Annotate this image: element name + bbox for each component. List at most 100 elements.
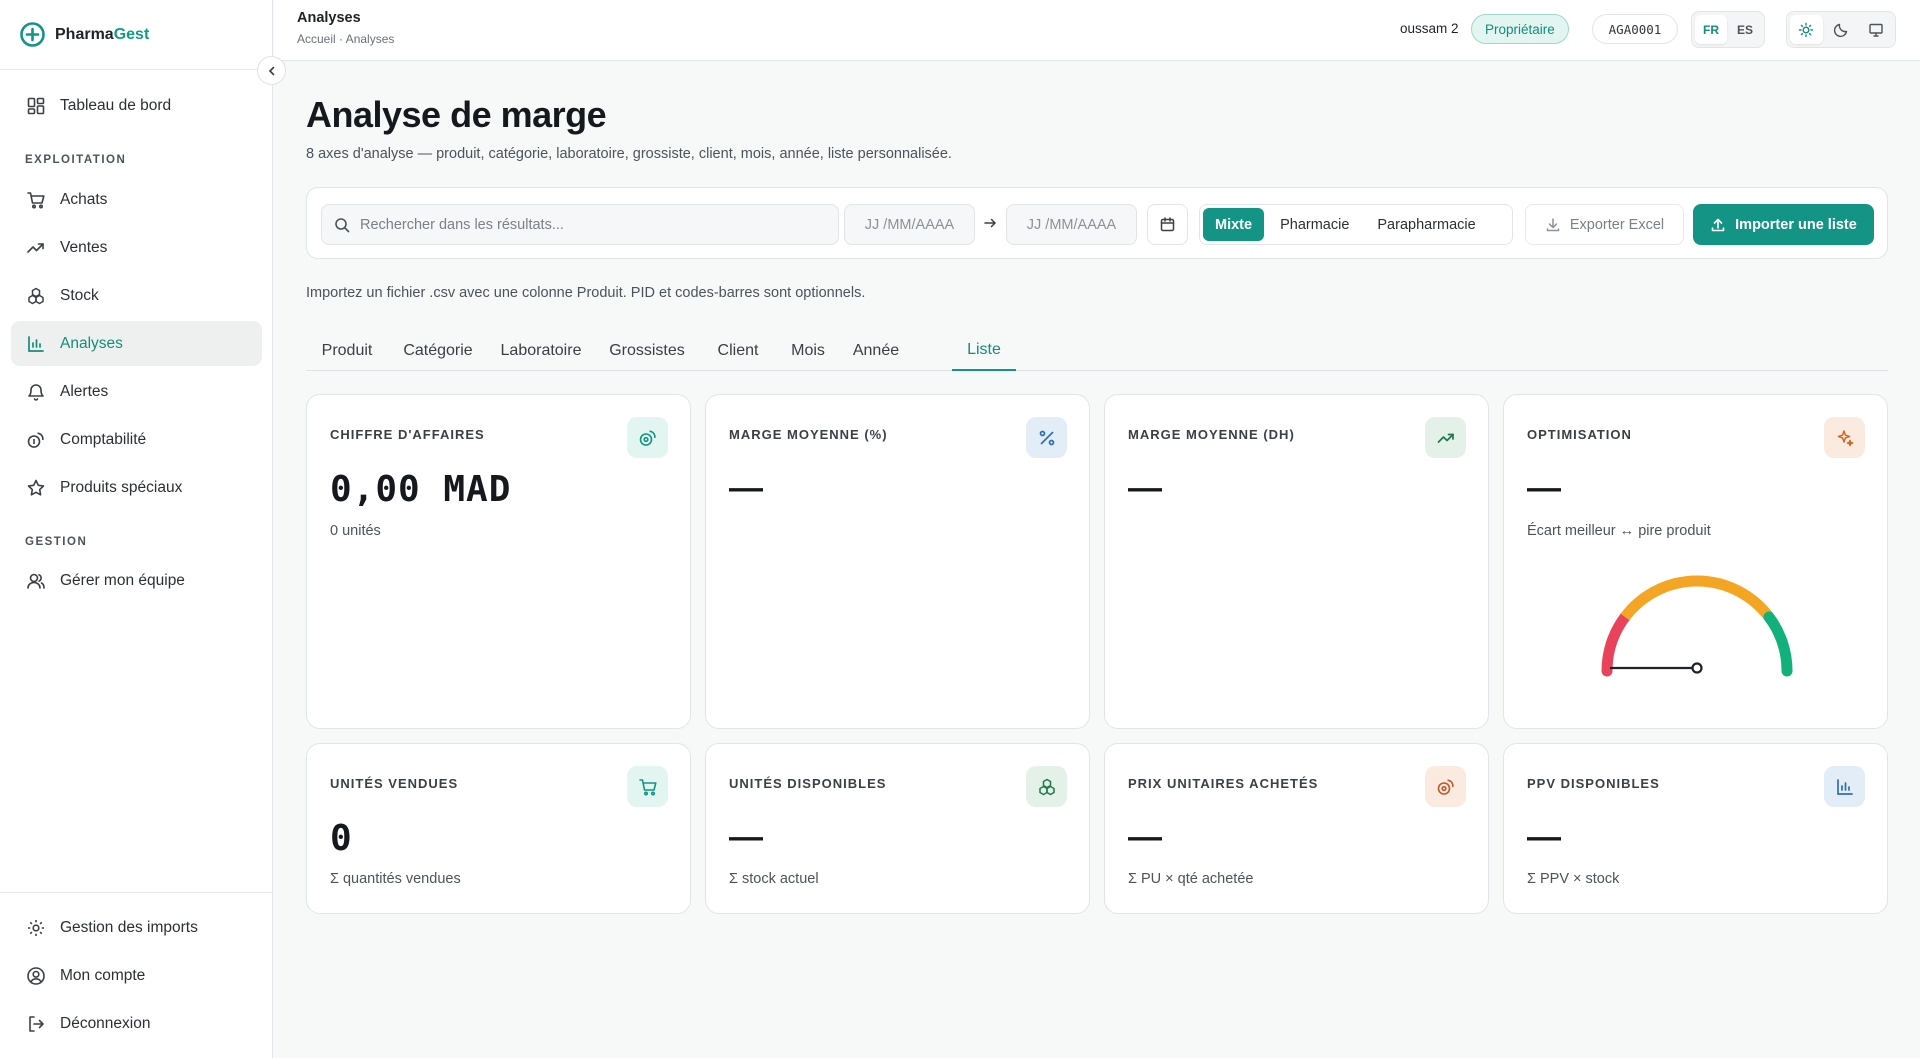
language-es-button[interactable]: ES	[1729, 15, 1761, 44]
breadcrumb[interactable]: Accueil · Analyses	[297, 32, 394, 46]
kpi-label: CHIFFRE D'AFFAIRES	[330, 427, 485, 442]
segment-mixte[interactable]: Mixte	[1203, 208, 1265, 241]
language-switcher: FR ES	[1691, 11, 1765, 48]
coins-icon	[26, 430, 46, 450]
import-list-label: Importer une liste	[1735, 216, 1857, 233]
brand-logo[interactable]: PharmaGest	[0, 0, 272, 70]
sidebar-item-label: Déconnexion	[60, 1014, 151, 1032]
monitor-icon	[1868, 22, 1884, 38]
sidebar-item-mon-compte[interactable]: Mon compte	[11, 953, 262, 998]
sparkles-icon	[1824, 417, 1865, 458]
sidebar-item-achats[interactable]: Achats	[11, 177, 262, 222]
sidebar-item-label: Gérer mon équipe	[60, 571, 185, 589]
export-excel-button[interactable]: Exporter Excel	[1525, 204, 1684, 245]
kpi-card-unites-vendues: UNITÉS VENDUES 0 Σ quantités vendues	[306, 743, 691, 914]
kpi-note: Σ PPV × stock	[1527, 871, 1620, 887]
kpi-card-marge-moyenne-pct: MARGE MOYENNE (%) —	[705, 394, 1090, 729]
tab-client[interactable]: Client	[700, 331, 776, 371]
calendar-button[interactable]	[1147, 204, 1188, 245]
import-hint: Importez un fichier .csv avec une colonn…	[306, 285, 866, 301]
calendar-icon	[1159, 216, 1176, 233]
bell-icon	[26, 382, 46, 402]
tab-liste[interactable]: Liste	[952, 331, 1016, 371]
tab-annee[interactable]: Année	[840, 331, 912, 371]
sidebar-item-gerer-equipe[interactable]: Gérer mon équipe	[11, 558, 262, 603]
search-input[interactable]	[360, 216, 830, 233]
sidebar-item-produits-speciaux[interactable]: Produits spéciaux	[11, 465, 262, 510]
topbar: Analyses Accueil · Analyses oussam 2 Pro…	[274, 0, 1920, 61]
tab-grossistes[interactable]: Grossistes	[594, 331, 700, 371]
gauge-pivot	[1691, 662, 1703, 674]
date-from-input[interactable]	[854, 216, 965, 233]
segment-parapharmacie[interactable]: Parapharmacie	[1365, 208, 1487, 241]
gauge-segment-red	[1601, 611, 1631, 677]
segment-pharmacie[interactable]: Pharmacie	[1268, 208, 1361, 241]
theme-dark-button[interactable]	[1825, 15, 1858, 44]
date-to-input[interactable]	[1016, 216, 1127, 233]
kpi-note: Σ PU × qté achetée	[1128, 871, 1254, 887]
tab-categorie[interactable]: Catégorie	[388, 331, 488, 371]
sidebar-item-label: Analyses	[60, 334, 123, 352]
sun-icon	[1798, 22, 1814, 38]
sidebar-divider	[0, 892, 272, 893]
kpi-card-prix-unitaires-achetes: PRIX UNITAIRES ACHETÉS — Σ PU × qté ache…	[1104, 743, 1489, 914]
product-type-segmented-control: Mixte Pharmacie Parapharmacie	[1199, 204, 1513, 245]
sidebar-item-label: Comptabilité	[60, 430, 147, 448]
tab-mois[interactable]: Mois	[776, 331, 840, 371]
gauge-segment-orange	[1620, 575, 1774, 621]
kpi-value: —	[1128, 818, 1163, 856]
import-list-button[interactable]: Importer une liste	[1693, 204, 1874, 245]
boxes-icon	[1026, 766, 1067, 807]
sidebar-item-label: Gestion des imports	[60, 918, 198, 936]
sidebar-item-analyses[interactable]: Analyses	[11, 321, 262, 366]
coins-icon	[627, 417, 668, 458]
kpi-label: PPV DISPONIBLES	[1527, 776, 1660, 791]
kpi-note: Σ quantités vendues	[330, 871, 461, 887]
coins-icon	[1425, 766, 1466, 807]
theme-system-button[interactable]	[1859, 15, 1892, 44]
sidebar-item-tableau-de-bord[interactable]: Tableau de bord	[11, 83, 262, 128]
sidebar-item-label: Ventes	[60, 238, 108, 256]
sidebar-item-label: Mon compte	[60, 966, 146, 984]
sidebar-item-stock[interactable]: Stock	[11, 273, 262, 318]
date-from-field	[844, 204, 975, 245]
star-icon	[26, 478, 46, 498]
page-subtitle: 8 axes d'analyse — produit, catégorie, l…	[306, 146, 952, 162]
language-fr-button[interactable]: FR	[1695, 15, 1727, 44]
sidebar-item-label: Alertes	[60, 382, 109, 400]
kpi-value: 0	[330, 818, 353, 859]
brand-name: PharmaGest	[55, 25, 150, 43]
dashboard-grid-icon	[26, 96, 46, 116]
kpi-note: Écart meilleur ↔ pire produit	[1527, 523, 1711, 539]
user-name: oussam 2	[1400, 21, 1459, 36]
date-to-field	[1006, 204, 1137, 245]
kpi-label: MARGE MOYENNE (DH)	[1128, 427, 1295, 442]
sidebar-item-comptabilite[interactable]: Comptabilité	[11, 417, 262, 462]
bar-chart-icon	[1824, 766, 1865, 807]
sidebar-item-label: Produits spéciaux	[60, 478, 183, 496]
user-circle-icon	[26, 966, 46, 986]
kpi-value: —	[1527, 469, 1562, 507]
optimisation-gauge	[1601, 575, 1793, 677]
kpi-note: Σ stock actuel	[729, 871, 819, 887]
kpi-value: —	[729, 469, 764, 507]
kpi-label: MARGE MOYENNE (%)	[729, 427, 888, 442]
collapse-sidebar-button[interactable]	[257, 56, 286, 85]
pharmacy-code-badge: AGA0001	[1592, 14, 1678, 44]
kpi-label: UNITÉS VENDUES	[330, 776, 459, 791]
sidebar-item-alertes[interactable]: Alertes	[11, 369, 262, 414]
kpi-label: UNITÉS DISPONIBLES	[729, 776, 887, 791]
sidebar-item-gestion-imports[interactable]: Gestion des imports	[11, 905, 262, 950]
role-badge: Propriétaire	[1471, 14, 1569, 44]
sidebar-item-ventes[interactable]: Ventes	[11, 225, 262, 270]
kpi-card-chiffre-affaires: CHIFFRE D'AFFAIRES 0,00 MAD 0 unités	[306, 394, 691, 729]
kpi-label: PRIX UNITAIRES ACHETÉS	[1128, 776, 1319, 791]
gear-icon	[26, 918, 46, 938]
logout-icon	[26, 1014, 46, 1034]
tab-laboratoire[interactable]: Laboratoire	[488, 331, 594, 371]
export-excel-label: Exporter Excel	[1569, 216, 1665, 233]
sidebar-item-deconnexion[interactable]: Déconnexion	[11, 1001, 262, 1046]
theme-light-button[interactable]	[1790, 15, 1823, 44]
tab-produit[interactable]: Produit	[306, 331, 388, 371]
kpi-card-unites-disponibles: UNITÉS DISPONIBLES — Σ stock actuel	[705, 743, 1090, 914]
